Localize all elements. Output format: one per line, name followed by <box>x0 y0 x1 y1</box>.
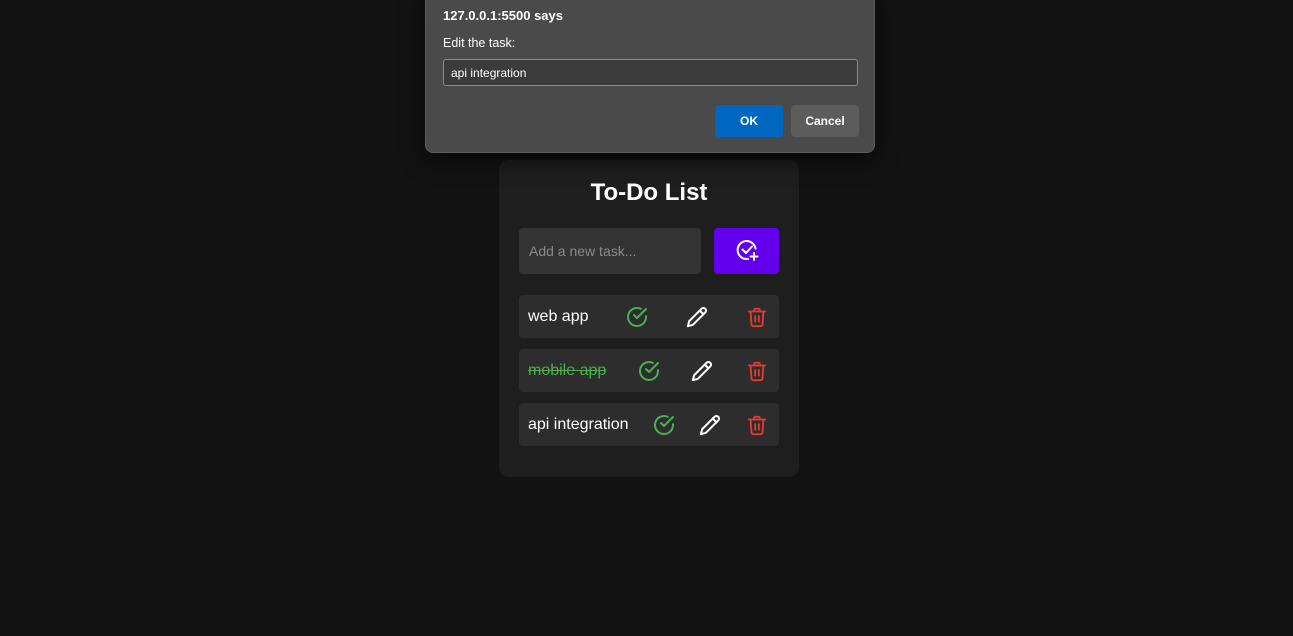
trash-icon[interactable] <box>745 305 769 329</box>
cancel-button[interactable]: Cancel <box>791 105 859 137</box>
edit-task-dialog: 127.0.0.1:5500 says Edit the task: OK Ca… <box>425 0 875 153</box>
page: To-Do List web app <box>0 0 1293 636</box>
check-circle-icon[interactable] <box>637 359 661 383</box>
ok-button[interactable]: OK <box>715 105 783 137</box>
new-task-input[interactable] <box>519 228 701 274</box>
task-text: api integration <box>528 415 629 433</box>
pencil-icon[interactable] <box>685 305 709 329</box>
check-circle-icon[interactable] <box>652 413 676 437</box>
task-item: web app <box>519 295 779 338</box>
pencil-icon[interactable] <box>690 359 714 383</box>
dialog-message: Edit the task: <box>443 36 516 50</box>
add-task-button[interactable] <box>714 228 779 274</box>
pencil-icon[interactable] <box>698 413 722 437</box>
trash-icon[interactable] <box>745 359 769 383</box>
task-text: web app <box>528 307 589 325</box>
dialog-title: 127.0.0.1:5500 says <box>443 8 563 23</box>
task-item: mobile app <box>519 349 779 392</box>
circle-check-plus-icon <box>735 238 759 265</box>
todo-card: To-Do List web app <box>499 160 799 477</box>
page-title: To-Do List <box>590 179 708 206</box>
edit-task-field[interactable] <box>443 59 858 86</box>
task-text: mobile app <box>528 361 607 379</box>
check-circle-icon[interactable] <box>625 305 649 329</box>
trash-icon[interactable] <box>745 413 769 437</box>
task-item: api integration <box>519 403 779 446</box>
